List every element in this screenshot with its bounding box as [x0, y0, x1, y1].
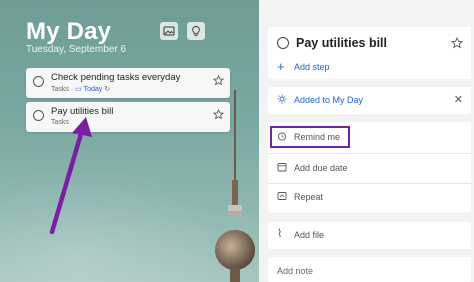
- add-file-button[interactable]: ⌇ Add file: [268, 222, 471, 248]
- my-day-pane: My Day Tuesday, September 6 Check pendin…: [0, 0, 259, 282]
- highlight-box: [270, 126, 350, 148]
- repeat-icon: [277, 192, 287, 200]
- star-icon[interactable]: [451, 37, 463, 49]
- reminders-card: Remind me Add due date Repeat: [268, 122, 471, 212]
- add-due-date-button[interactable]: Add due date: [268, 155, 471, 181]
- remove-from-my-day-icon[interactable]: ✕: [454, 93, 463, 106]
- task-detail-pane: Pay utilities bill + Add step Added to M…: [259, 0, 474, 282]
- add-step-button[interactable]: + Add step: [268, 55, 471, 81]
- calendar-icon: [277, 163, 287, 172]
- paperclip-icon: ⌇: [277, 228, 283, 240]
- complete-checkbox[interactable]: [277, 37, 289, 49]
- annotation-arrow: [49, 117, 92, 235]
- task-title[interactable]: Pay utilities bill: [296, 36, 387, 50]
- file-card: ⌇ Add file: [268, 222, 471, 249]
- sun-icon: [277, 94, 287, 104]
- add-note-field[interactable]: Add note: [277, 266, 313, 276]
- title-card: Pay utilities bill + Add step: [268, 27, 471, 79]
- added-to-my-day[interactable]: Added to My Day ✕: [268, 87, 471, 113]
- repeat-button[interactable]: Repeat: [268, 184, 471, 210]
- my-day-card: Added to My Day ✕: [268, 87, 471, 114]
- note-card: Add note: [268, 257, 471, 282]
- plus-icon: +: [277, 59, 285, 74]
